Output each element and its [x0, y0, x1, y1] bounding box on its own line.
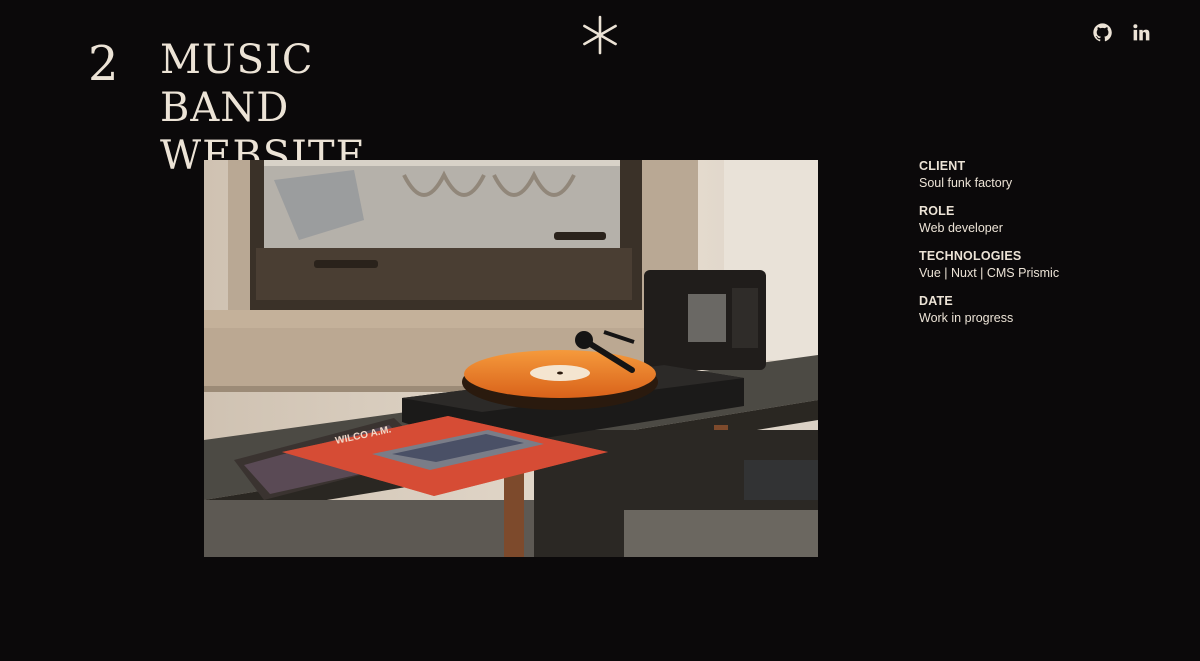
- project-photo: WILCO A.M.: [204, 160, 818, 557]
- project-title-line1: MUSIC BAND: [160, 37, 314, 131]
- client-value: Soul funk factory: [919, 176, 1013, 190]
- github-link[interactable]: [1092, 22, 1113, 43]
- linkedin-icon: [1133, 24, 1150, 41]
- github-icon: [1093, 23, 1112, 42]
- technologies-label: TECHNOLOGIES: [919, 249, 1022, 263]
- technologies-detail: TECHNOLOGIES Vue | Nuxt | CMS Prismic: [919, 248, 1159, 282]
- project-number: 2: [88, 36, 119, 92]
- project-title: MUSIC BAND WEBSITE: [160, 36, 420, 180]
- social-links: [1092, 22, 1152, 43]
- date-value: Work in progress: [919, 311, 1014, 325]
- turntable-illustration: WILCO A.M.: [204, 160, 818, 557]
- client-label: CLIENT: [919, 159, 966, 173]
- date-label: DATE: [919, 294, 953, 308]
- role-detail: ROLE Web developer: [919, 203, 1159, 237]
- role-value: Web developer: [919, 221, 1003, 235]
- asterisk-star-icon: [583, 15, 617, 55]
- project-details: CLIENT Soul funk factory ROLE Web develo…: [919, 158, 1159, 338]
- role-label: ROLE: [919, 204, 955, 218]
- date-detail: DATE Work in progress: [919, 293, 1159, 327]
- client-detail: CLIENT Soul funk factory: [919, 158, 1159, 192]
- linkedin-link[interactable]: [1131, 22, 1152, 43]
- technologies-value: Vue | Nuxt | CMS Prismic: [919, 266, 1060, 280]
